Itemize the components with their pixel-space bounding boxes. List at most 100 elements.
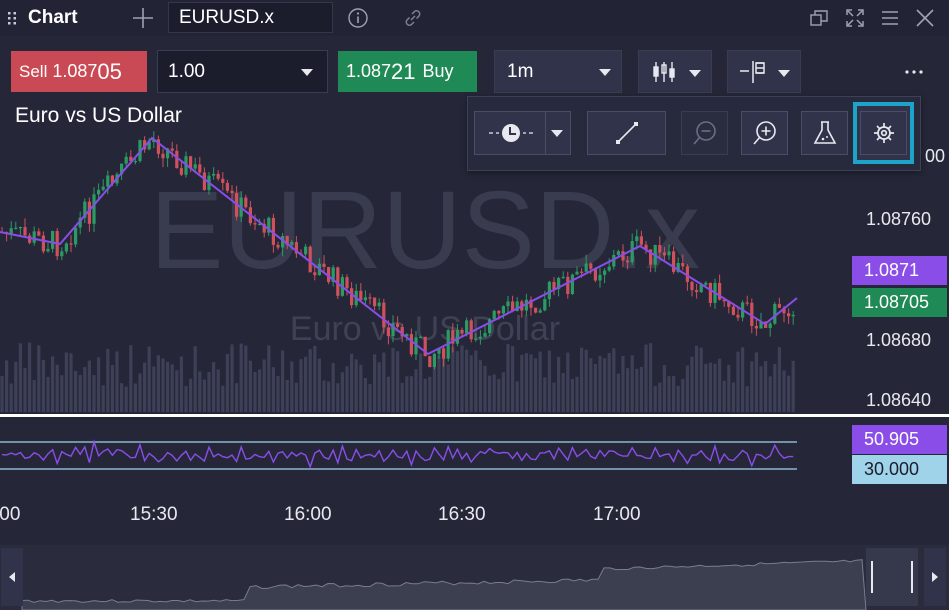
volume-bar <box>83 367 87 412</box>
scroll-right-button[interactable] <box>924 548 946 606</box>
volume-bar <box>391 347 395 412</box>
volume-bar <box>423 378 427 412</box>
candle-body <box>478 336 482 339</box>
chart-window: Chart EURUSD.x Sell 1.087 05 1.00 1.087 21… <box>0 0 949 610</box>
volume-bar <box>469 355 473 412</box>
volume-bar <box>101 385 105 412</box>
sell-button[interactable]: Sell 1.087 05 <box>11 51 147 92</box>
time-axis-label: 16:00 <box>284 504 332 525</box>
volume-bar <box>55 364 59 412</box>
candle-body <box>276 244 280 248</box>
volume-bar <box>368 383 372 412</box>
timeframe-select[interactable]: 1m <box>494 50 622 93</box>
volume-bar <box>143 362 147 412</box>
chevron-down-icon <box>301 69 313 76</box>
volume-bar <box>23 368 27 412</box>
candle-body <box>253 223 257 225</box>
info-icon[interactable] <box>346 6 370 30</box>
candle-body <box>193 164 197 169</box>
chevron-down-icon <box>689 70 701 77</box>
volume-bar <box>170 364 174 412</box>
buy-button[interactable]: 1.087 21 Buy <box>338 51 477 92</box>
candle-body <box>133 161 137 163</box>
candle-body <box>308 246 312 273</box>
gear-icon <box>873 123 894 143</box>
volume-bar <box>736 351 740 412</box>
buy-price-prefix: 1.087 <box>346 61 392 81</box>
volume-bar <box>258 369 262 412</box>
volume-bar <box>580 347 584 412</box>
candle-body <box>566 276 570 295</box>
volume-bar <box>97 357 101 412</box>
chevron-down-icon <box>551 130 563 137</box>
chart-type-button[interactable] <box>638 50 712 93</box>
candle-body <box>350 288 354 306</box>
scroll-left-button[interactable] <box>1 548 23 606</box>
zoom-in-button[interactable] <box>741 111 788 155</box>
volume-bar <box>718 358 722 412</box>
volume-bar <box>336 383 340 412</box>
volume-bar <box>340 372 344 412</box>
drawing-tools-icon <box>740 61 765 83</box>
volume-bar <box>230 344 234 412</box>
indicators-button[interactable] <box>801 111 848 155</box>
candle-body <box>745 302 749 304</box>
volume-bar <box>386 376 390 412</box>
chart-canvas[interactable]: EURUSD.x Euro vs US Dollar <box>0 108 949 545</box>
crosshair-mode-button[interactable] <box>474 111 571 155</box>
navigator-pane[interactable] <box>0 545 949 610</box>
volume-bar <box>497 379 501 412</box>
candle-body <box>658 244 662 253</box>
volume-bar <box>124 386 128 412</box>
more-dots-icon[interactable] <box>900 60 928 80</box>
volume-bar <box>184 386 188 412</box>
candle-body <box>667 251 671 256</box>
candle-body <box>64 243 68 252</box>
volume-bar <box>308 349 312 412</box>
price-chart[interactable]: EURUSD.x Euro vs US Dollar <box>0 108 949 545</box>
navigator-graph[interactable] <box>0 545 949 610</box>
navigator-window[interactable] <box>866 548 918 606</box>
volume-bar <box>115 351 119 412</box>
plus-icon[interactable] <box>126 0 160 36</box>
bid-price-tag: 1.08705 <box>852 288 947 317</box>
candle-body <box>373 297 377 307</box>
link-icon[interactable] <box>401 6 425 30</box>
volume-bar <box>506 344 510 412</box>
volume-bar <box>451 346 455 412</box>
zoom-out-button[interactable] <box>681 111 728 155</box>
candle-body <box>506 301 510 307</box>
symbol-field[interactable]: EURUSD.x <box>168 2 333 33</box>
drawing-tools-button[interactable] <box>727 50 801 93</box>
volume-bar <box>193 346 197 412</box>
chart-settings-button[interactable] <box>853 102 914 164</box>
detach-window-icon[interactable] <box>807 6 831 30</box>
volume-bar <box>202 379 206 412</box>
candle-body <box>101 186 105 190</box>
volume-bar <box>662 365 666 412</box>
buy-price-pips: 21 <box>391 58 416 84</box>
candle-body <box>432 353 436 368</box>
grip-dots-icon[interactable] <box>0 0 24 36</box>
ask-price-tag: 1.0871 <box>852 256 947 285</box>
volume-bar <box>478 360 482 412</box>
volume-bar <box>741 347 745 412</box>
candle-body <box>570 274 574 295</box>
volume-bar <box>768 376 772 412</box>
volume-bar <box>465 349 469 412</box>
volume-bar <box>9 383 13 412</box>
volume-bar <box>87 360 91 412</box>
candle-body <box>791 314 795 317</box>
fullscreen-icon[interactable] <box>843 6 867 30</box>
close-icon[interactable] <box>913 6 937 30</box>
hamburger-menu-icon[interactable] <box>878 6 902 30</box>
volume-bar <box>239 343 243 412</box>
volume-bar <box>782 370 786 412</box>
pane-separator[interactable] <box>0 414 949 417</box>
candle-body <box>37 231 41 236</box>
trend-line-button[interactable] <box>587 111 666 155</box>
quantity-select[interactable]: 1.00 <box>157 50 328 93</box>
volume-bar <box>649 343 653 412</box>
candle-body <box>704 282 708 285</box>
candle-body <box>598 274 602 281</box>
